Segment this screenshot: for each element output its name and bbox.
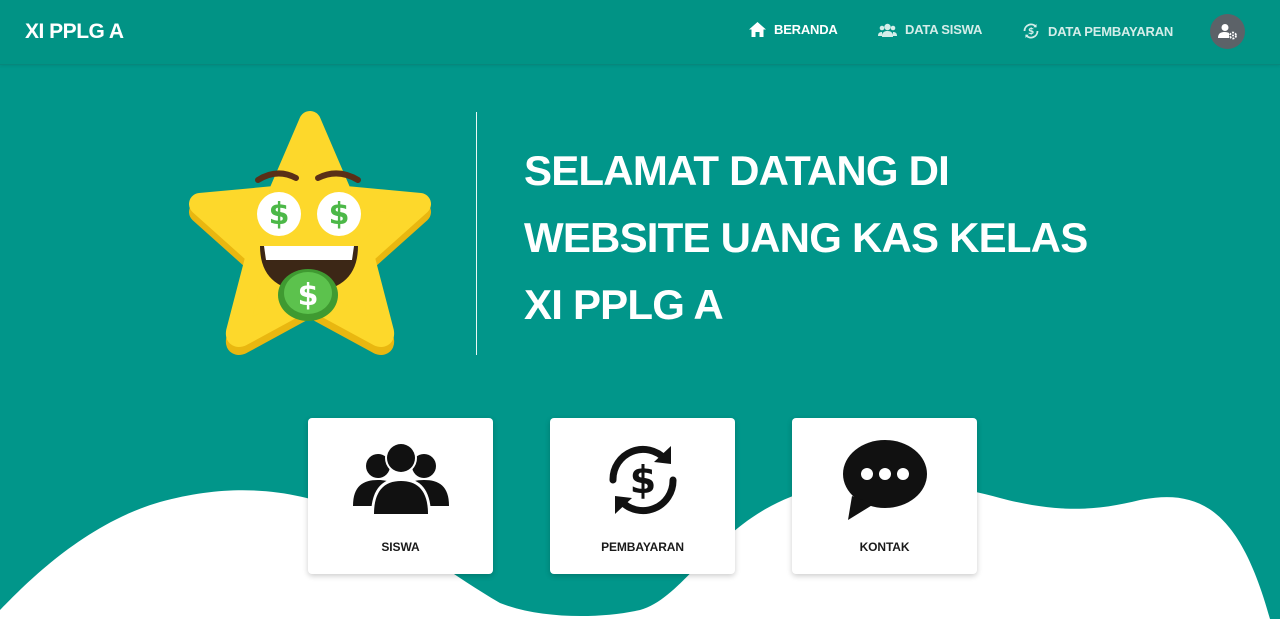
card-label: KONTAK	[859, 540, 910, 554]
dollar-cycle-icon: $	[608, 445, 677, 515]
card-siswa[interactable]: SISWA	[308, 418, 493, 574]
nav-item-beranda[interactable]: BERANDA	[749, 22, 838, 37]
chat-bubble-icon	[842, 440, 927, 520]
svg-text:$: $	[269, 197, 290, 232]
svg-text:$: $	[629, 458, 655, 502]
money-cycle-icon: $	[1023, 23, 1039, 39]
navbar: XI PPLG A BERANDA DATA SISWA $ DATA PEMB…	[0, 0, 1280, 65]
user-gear-icon	[1217, 24, 1237, 40]
card-label: PEMBAYARAN	[601, 540, 684, 554]
svg-text:$: $	[329, 197, 350, 232]
nav-item-label: DATA PEMBAYARAN	[1048, 23, 1174, 39]
money-star-emoji: $ $ $	[180, 108, 440, 365]
card-kontak[interactable]: KONTAK	[792, 418, 977, 574]
nav-item-data-pembayaran[interactable]: $ DATA PEMBAYARAN	[1022, 22, 1173, 40]
welcome-line: SELAMAT DATANG DI	[524, 147, 950, 194]
card-label: SISWA	[381, 540, 420, 554]
hero-divider	[476, 112, 477, 355]
svg-text:$: $	[298, 278, 319, 313]
brand-title[interactable]: XI PPLG A	[25, 20, 124, 44]
home-icon	[749, 22, 766, 37]
account-menu-button[interactable]	[1210, 14, 1245, 49]
nav-item-data-siswa[interactable]: DATA SISWA	[878, 22, 982, 37]
group-users-icon	[352, 442, 449, 516]
welcome-line: WEBSITE UANG KAS KELAS	[524, 214, 1088, 261]
card-pembayaran[interactable]: $ PEMBAYARAN	[550, 418, 735, 574]
svg-text:$: $	[1028, 27, 1034, 37]
welcome-line: XI PPLG A	[524, 281, 724, 328]
welcome-title: SELAMAT DATANG DI WEBSITE UANG KAS KELAS…	[524, 137, 1244, 338]
nav-item-label: BERANDA	[774, 22, 838, 37]
users-icon	[878, 23, 897, 37]
nav-item-label: DATA SISWA	[905, 22, 983, 37]
